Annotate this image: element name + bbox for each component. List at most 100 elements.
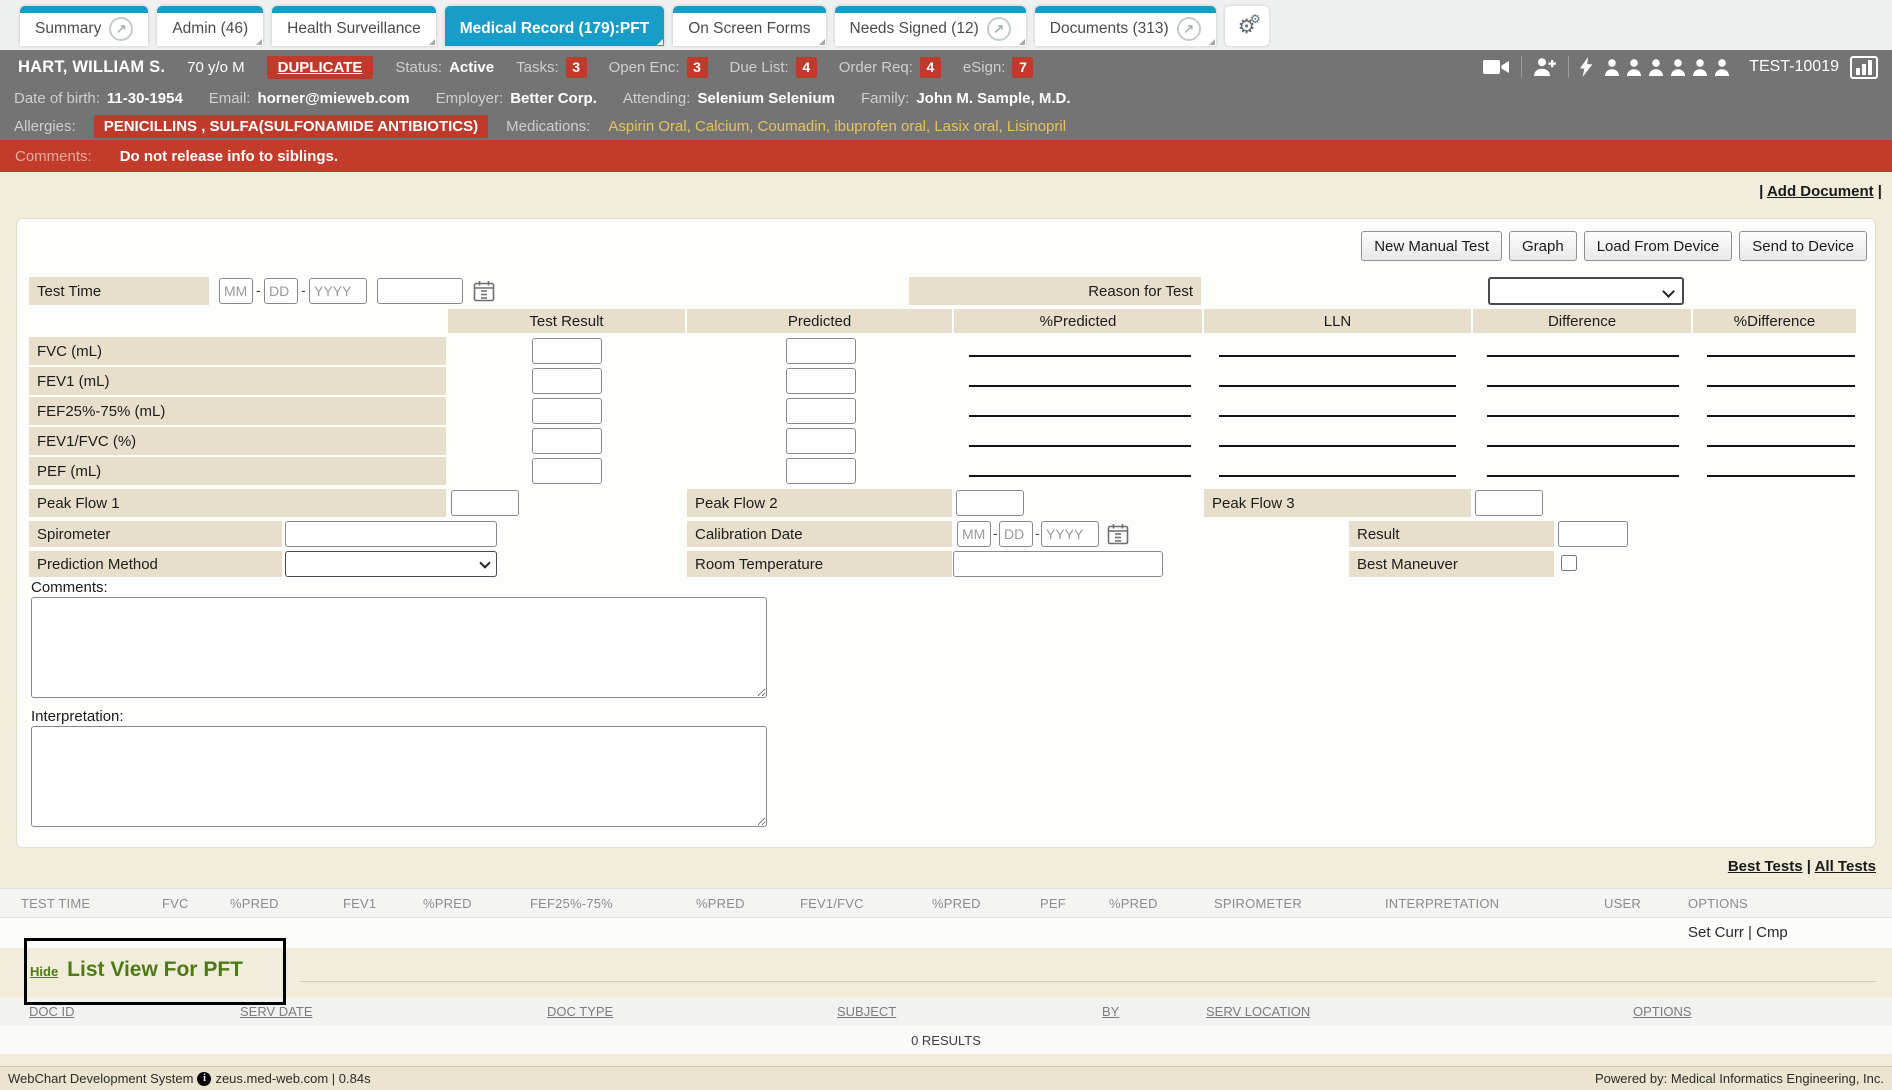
graph-button[interactable]: Graph — [1509, 231, 1577, 261]
duplicate-badge[interactable]: DUPLICATE — [267, 56, 374, 79]
tasks-count-badge[interactable]: 3 — [566, 57, 587, 78]
chevron-down-icon — [1662, 285, 1675, 298]
tab-summary[interactable]: Summary ↗ — [20, 6, 148, 46]
fef-test-result-input[interactable] — [532, 398, 602, 424]
lightning-icon[interactable] — [1580, 57, 1593, 77]
cmp-link[interactable]: Cmp — [1756, 924, 1788, 941]
date-dash: - — [256, 282, 261, 298]
fev1-fvc-test-result-input[interactable] — [532, 428, 602, 454]
test-time-month-input[interactable] — [219, 278, 253, 304]
fev1-test-result-input[interactable] — [532, 368, 602, 394]
fev1-predicted-input[interactable] — [786, 368, 856, 394]
tab-needs-signed[interactable]: Needs Signed (12) ↗ — [835, 6, 1026, 46]
comments-textarea[interactable] — [31, 597, 767, 698]
medications-list[interactable]: Aspirin Oral, Calcium, Coumadin, ibuprof… — [608, 118, 1066, 135]
fvc-lln-line — [1219, 355, 1456, 357]
fvc-test-result-input[interactable] — [532, 338, 602, 364]
test-time-year-input[interactable] — [309, 278, 367, 304]
doc-col-by[interactable]: BY — [1102, 1004, 1119, 1019]
footer-host: zeus.med-web.com | 0.84s — [215, 1071, 370, 1086]
add-document-link[interactable]: Add Document — [1767, 183, 1874, 200]
video-camera-icon[interactable] — [1483, 58, 1510, 76]
th-pred-2: %PRED — [423, 896, 472, 911]
pef-row: PEF (mL) — [17, 457, 1875, 485]
best-tests-link[interactable]: Best Tests — [1728, 858, 1803, 875]
medications-label: Medications: — [506, 118, 590, 135]
open-in-new-window-icon[interactable]: ↗ — [109, 17, 133, 41]
open-enc-label: Open Enc: — [609, 59, 680, 76]
tests-filter-links: Best Tests | All Tests — [1728, 858, 1876, 875]
prediction-method-row: Prediction Method Room Temperature Best … — [17, 551, 1875, 577]
calendar-icon[interactable] — [473, 280, 495, 307]
tab-on-screen-forms[interactable]: On Screen Forms — [673, 6, 825, 46]
fef-predicted-input[interactable] — [786, 398, 856, 424]
tab-documents[interactable]: Documents (313) ↗ — [1035, 6, 1216, 46]
open-in-new-window-icon[interactable]: ↗ — [1177, 17, 1201, 41]
employer-label: Employer: — [436, 90, 504, 107]
result-input[interactable] — [1558, 521, 1628, 547]
webchart-pft-screen: Summary ↗ Admin (46) Health Surveillance… — [0, 0, 1892, 1090]
calibration-date-label: Calibration Date — [687, 521, 952, 547]
email-value: horner@mieweb.com — [257, 90, 409, 107]
due-list-count-badge[interactable]: 4 — [796, 57, 817, 78]
settings-gears-button[interactable]: ⚙ ⚙ — [1225, 6, 1269, 46]
test-time-day-input[interactable] — [264, 278, 298, 304]
calibration-year-input[interactable] — [1041, 521, 1099, 547]
spirometer-input[interactable] — [285, 521, 497, 547]
all-tests-link[interactable]: All Tests — [1815, 858, 1876, 875]
peak-flow-1-input[interactable] — [451, 490, 519, 516]
calibration-month-input[interactable] — [957, 521, 991, 547]
peak-flow-2-input[interactable] — [956, 490, 1024, 516]
pef-test-result-input[interactable] — [532, 458, 602, 484]
reason-for-test-select[interactable] — [1488, 277, 1684, 305]
doc-col-doc-id[interactable]: DOC ID — [29, 1004, 75, 1019]
peak-flow-3-input[interactable] — [1475, 490, 1543, 516]
patient-header-row-3: Allergies: PENICILLINS , SULFA(SULFONAMI… — [0, 112, 1892, 140]
best-maneuver-checkbox[interactable] — [1561, 555, 1577, 571]
bar-chart-button[interactable] — [1850, 56, 1878, 79]
interpretation-textarea[interactable] — [31, 726, 767, 827]
th-pred-4: %PRED — [932, 896, 981, 911]
new-manual-test-button[interactable]: New Manual Test — [1361, 231, 1502, 261]
order-req-count-badge[interactable]: 4 — [920, 57, 941, 78]
dob-label: Date of birth: — [14, 90, 100, 107]
set-curr-link[interactable]: Set Curr — [1688, 924, 1744, 941]
test-time-clock-input[interactable] — [377, 278, 463, 304]
documents-empty-row: 0 RESULTS — [0, 1026, 1892, 1054]
fev1-label: FEV1 (mL) — [29, 367, 446, 395]
calendar-icon[interactable] — [1107, 523, 1129, 550]
doc-col-serv-date[interactable]: SERV DATE — [240, 1004, 312, 1019]
tab-medical-record-active[interactable]: Medical Record (179):PFT — [445, 6, 665, 46]
calibration-day-input[interactable] — [999, 521, 1033, 547]
allergies-badge[interactable]: PENICILLINS , SULFA(SULFONAMIDE ANTIBIOT… — [94, 115, 488, 138]
esign-count-badge[interactable]: 7 — [1012, 57, 1033, 78]
doc-col-doc-type[interactable]: DOC TYPE — [547, 1004, 613, 1019]
doc-col-serv-location[interactable]: SERV LOCATION — [1206, 1004, 1310, 1019]
doc-col-options[interactable]: OPTIONS — [1633, 1004, 1692, 1019]
tests-table-header: TEST TIME FVC %PRED FEV1 %PRED FEF25%-75… — [0, 888, 1892, 918]
pef-predicted-input[interactable] — [786, 458, 856, 484]
fvc-predicted-input[interactable] — [786, 338, 856, 364]
hide-list-link[interactable]: Hide — [30, 964, 58, 979]
status-value: Active — [449, 59, 494, 76]
add-person-icon[interactable] — [1533, 58, 1557, 76]
col-pct-difference: %Difference — [1693, 309, 1856, 333]
open-enc-count-badge[interactable]: 3 — [687, 57, 708, 78]
prediction-method-select[interactable] — [285, 551, 497, 577]
send-to-device-button[interactable]: Send to Device — [1739, 231, 1867, 261]
tab-admin[interactable]: Admin (46) — [157, 6, 263, 46]
fev1-fvc-predicted-input[interactable] — [786, 428, 856, 454]
tab-health-surveillance[interactable]: Health Surveillance — [272, 6, 436, 46]
fvc-difference-line — [1487, 355, 1679, 357]
doc-col-subject[interactable]: SUBJECT — [837, 1004, 896, 1019]
open-in-new-window-icon[interactable]: ↗ — [987, 17, 1011, 41]
users-group-icons[interactable] — [1604, 59, 1734, 76]
load-from-device-button[interactable]: Load From Device — [1584, 231, 1733, 261]
fev1-fvc-label: FEV1/FVC (%) — [29, 427, 446, 455]
comments-label: Comments: — [31, 579, 108, 596]
th-user: USER — [1604, 896, 1641, 911]
info-icon[interactable]: i — [197, 1072, 211, 1086]
fev1-row: FEV1 (mL) — [17, 367, 1875, 395]
room-temperature-input[interactable] — [953, 551, 1163, 577]
col-lln: LLN — [1204, 309, 1471, 333]
